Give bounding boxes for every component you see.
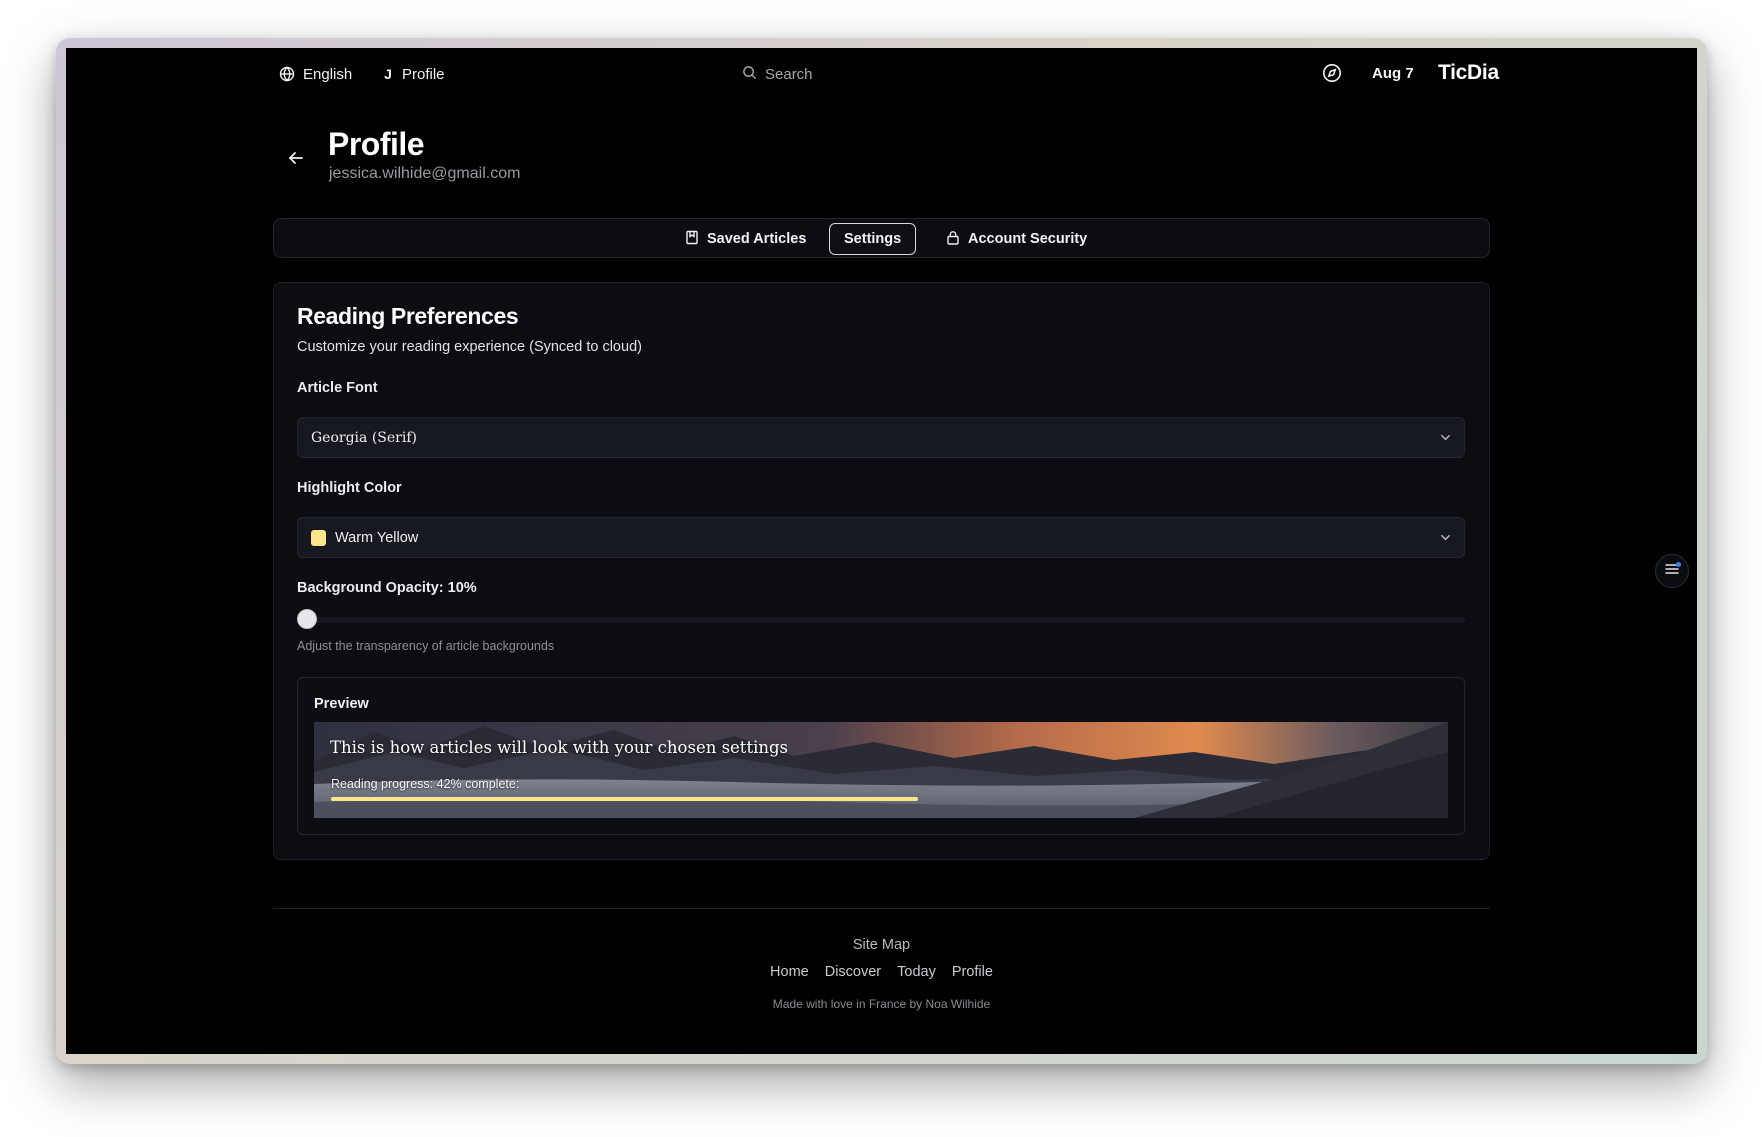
opacity-slider-track[interactable]	[297, 617, 1465, 623]
globe-icon	[279, 66, 295, 82]
bookmark-icon	[685, 230, 699, 249]
page-title: Profile	[328, 126, 425, 162]
avatar: J	[384, 66, 392, 82]
footer-link-home[interactable]: Home	[770, 964, 809, 980]
floating-menu-button[interactable]	[1655, 554, 1689, 588]
color-swatch	[311, 529, 326, 546]
search-placeholder: Search	[765, 65, 813, 83]
preview-sample-text: This is how articles will look with your…	[330, 738, 789, 757]
opacity-slider-thumb[interactable]	[297, 609, 317, 629]
article-font-label: Article Font	[297, 380, 378, 396]
highlight-color-label: Highlight Color	[297, 480, 402, 496]
chevron-down-icon	[1439, 431, 1452, 448]
selected-font: Georgia (Serif)	[311, 429, 417, 446]
footer-links: Home Discover Today Profile	[66, 964, 1697, 980]
highlight-color-select[interactable]: Warm Yellow	[297, 517, 1465, 558]
section-title: Reading Preferences	[297, 303, 519, 329]
footer-link-today[interactable]: Today	[897, 964, 936, 980]
opacity-hint: Adjust the transparency of article backg…	[297, 639, 555, 653]
reading-progress-label: Reading progress: 42% complete:	[331, 777, 520, 791]
tab-label: Saved Articles	[707, 231, 807, 247]
language-label: English	[303, 65, 353, 83]
lock-icon	[946, 230, 960, 249]
preview-panel: Preview This is how articles will look w…	[297, 677, 1465, 835]
reading-progress-track	[331, 797, 1431, 801]
reading-preferences-card: Reading Preferences Customize your readi…	[273, 282, 1490, 860]
article-font-select[interactable]: Georgia (Serif)	[297, 417, 1465, 458]
opacity-label: Background Opacity: 10%	[297, 580, 477, 596]
notification-dot	[1676, 562, 1681, 567]
tab-saved-articles[interactable]: Saved Articles	[671, 223, 820, 255]
tab-settings[interactable]: Settings	[829, 223, 917, 255]
arrow-left-icon	[287, 149, 305, 172]
profile-link[interactable]: J Profile	[382, 64, 445, 84]
footer-title: Site Map	[852, 937, 911, 953]
app-window: English J Profile Search Aug 7 TicDia Pr…	[66, 48, 1697, 1054]
current-date: Aug 7	[1372, 65, 1414, 82]
tab-bar: Saved Articles Settings Account Security	[273, 218, 1490, 258]
brand-logo[interactable]: TicDia	[1438, 61, 1499, 85]
chevron-down-icon	[1439, 531, 1452, 548]
tab-label: Account Security	[968, 231, 1088, 247]
footer-credit: Made with love in France by Noa Wilhide	[772, 997, 991, 1011]
user-email: jessica.wilhide@gmail.com	[329, 165, 521, 182]
compass-icon[interactable]	[1322, 63, 1342, 88]
section-subtitle: Customize your reading experience (Synce…	[297, 339, 642, 355]
profile-label: Profile	[402, 65, 445, 83]
language-selector[interactable]: English	[279, 64, 352, 84]
search-icon	[742, 65, 757, 84]
footer-link-discover[interactable]: Discover	[825, 964, 881, 980]
back-button[interactable]	[282, 146, 310, 174]
tab-label: Settings	[844, 231, 902, 247]
reading-progress-fill	[331, 797, 918, 801]
selected-color: Warm Yellow	[335, 529, 419, 546]
footer-divider	[273, 908, 1490, 909]
top-navigation: English J Profile Search Aug 7 TicDia	[66, 48, 1697, 100]
tab-account-security[interactable]: Account Security	[932, 223, 1101, 255]
mountain-landscape-image: This is how articles will look with your…	[314, 722, 1448, 818]
footer-link-profile[interactable]: Profile	[952, 964, 993, 980]
search-input[interactable]: Search	[742, 64, 813, 84]
preview-label: Preview	[314, 696, 369, 712]
